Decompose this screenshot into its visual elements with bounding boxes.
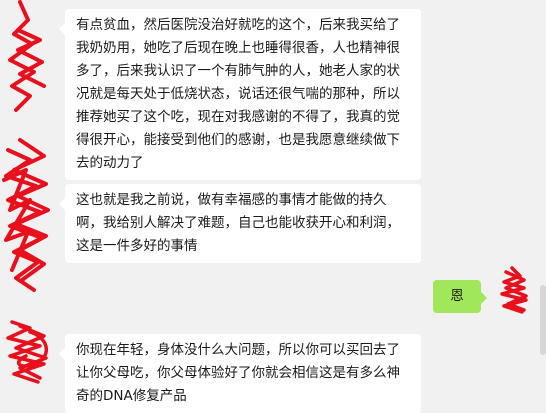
message-text: 这也就是我之前说，做有幸福感的事情才能做的持久啊，我给别人解决了难题，自己也能收… bbox=[76, 192, 400, 254]
message-text: 恩 bbox=[450, 288, 464, 304]
message-text: 有点贫血，然后医院没治好就吃的这个，后来我买给了我奶奶用，她吃了后现在晚上也睡得… bbox=[76, 17, 400, 171]
chat-scrollbar[interactable] bbox=[540, 285, 546, 355]
message-bubble-sent[interactable]: 恩 bbox=[433, 280, 487, 313]
redacted-self-avatar-scribble bbox=[500, 266, 528, 314]
message-text: 你现在年轻，身体没什么大问题，所以你可以买回去了让你父母吃，你父母体验好了你就会… bbox=[76, 342, 400, 404]
message-bubble-received[interactable]: 这也就是我之前说，做有幸福感的事情才能做的持久啊，我给别人解决了难题，自己也能收… bbox=[59, 184, 421, 263]
message-bubble-received[interactable]: 你现在年轻，身体没什么大问题，所以你可以买回去了让你父母吃，你父母体验好了你就会… bbox=[59, 334, 421, 413]
redacted-avatar-scribble bbox=[2, 0, 50, 292]
redacted-avatar-scribble-bottom bbox=[6, 320, 48, 384]
message-bubble-received[interactable]: 有点贫血，然后医院没治好就吃的这个，后来我买给了我奶奶用，她吃了后现在晚上也睡得… bbox=[59, 9, 421, 180]
